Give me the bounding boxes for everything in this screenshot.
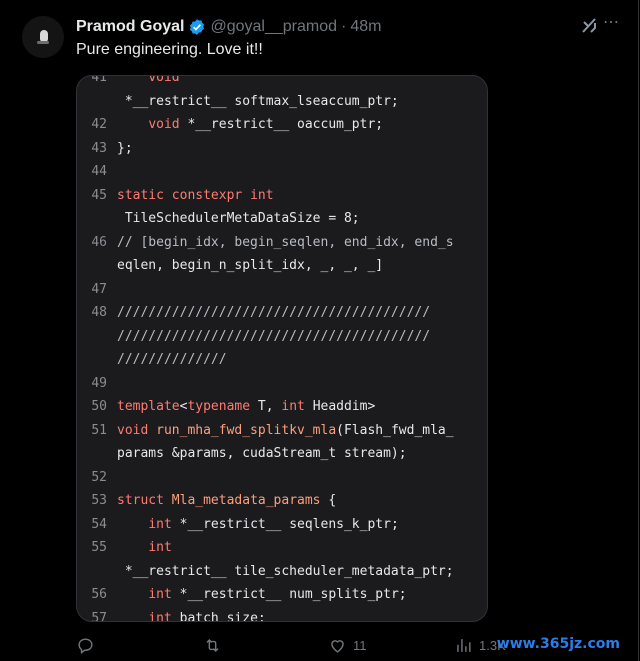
code-line: TileSchedulerMetaDataSize = 8; <box>117 211 360 226</box>
code-line: *__restrict__ tile_scheduler_metadata_pt… <box>117 563 454 579</box>
line-number: 45 <box>91 187 107 203</box>
code-line: // [begin_idx, begin_seqlen, end_idx, en… <box>117 234 454 250</box>
code-line: ////////////// <box>117 352 227 367</box>
line-number: 54 <box>91 516 107 532</box>
code-screenshot[interactable]: 41 void *__restrict__ softmax_lseaccum_p… <box>76 75 488 622</box>
line-number: 41 <box>91 75 107 85</box>
timestamp[interactable]: 48m <box>350 18 381 36</box>
code-line: int *__restrict__ seqlens_k_ptr; <box>148 516 399 532</box>
author-name[interactable]: Pramod Goyal <box>76 18 184 36</box>
code-line: void *__restrict__ oaccum_ptr; <box>148 117 384 132</box>
line-number: 46 <box>91 234 107 250</box>
code-line: struct Mla_metadata_params { <box>117 493 337 508</box>
code-line: int <box>148 540 172 555</box>
separator-dot: · <box>341 18 347 35</box>
code-line: //////////////////////////////////////// <box>117 305 431 320</box>
avatar-figure-base <box>37 41 49 44</box>
line-number: 51 <box>91 422 107 438</box>
grok-icon[interactable] <box>580 16 600 36</box>
code-line: template<typename T, int Headdim> <box>117 399 376 414</box>
line-number: 47 <box>91 281 107 297</box>
line-number: 50 <box>91 399 107 414</box>
verified-badge-icon <box>190 19 205 35</box>
like-button[interactable]: 11 <box>328 636 367 655</box>
retweet-button[interactable] <box>203 636 222 655</box>
line-number: 57 <box>91 610 107 622</box>
avatar[interactable] <box>22 16 64 58</box>
author-handle[interactable]: @goyal__pramod <box>210 18 337 36</box>
tweet: Pramod Goyal @goyal__pramod · 48m ⋯ Pure… <box>0 0 639 661</box>
line-number: 43 <box>91 140 107 156</box>
code-line: //////////////////////////////////////// <box>117 328 431 344</box>
code-line: int *__restrict__ num_splits_ptr; <box>148 587 407 602</box>
reply-icon <box>78 638 93 655</box>
reply-button[interactable] <box>76 636 95 655</box>
tweet-text: Pure engineering. Love it!! <box>76 41 263 58</box>
code-line: }; <box>117 140 133 156</box>
views-icon <box>457 639 471 652</box>
line-number: 55 <box>91 540 107 555</box>
line-number: 42 <box>91 117 107 132</box>
line-number: 48 <box>91 305 107 320</box>
watermark: www.365jz.com <box>496 636 620 652</box>
code-line: void run_mha_fwd_splitkv_mla(Flash_fwd_m… <box>117 422 454 438</box>
code-line: eqlen, begin_n_split_idx, _, _, _] <box>117 258 384 273</box>
line-number: 53 <box>91 493 107 508</box>
retweet-icon <box>206 638 219 653</box>
tweet-header: Pramod Goyal @goyal__pramod · 48m <box>76 16 381 38</box>
like-icon <box>331 640 344 653</box>
line-number: 49 <box>91 375 107 391</box>
code-line: params &params, cudaStream_t stream); <box>117 446 407 461</box>
more-icon[interactable]: ⋯ <box>603 12 620 32</box>
code-block: 41 void *__restrict__ softmax_lseaccum_p… <box>77 76 487 621</box>
code-line: void <box>148 75 180 85</box>
code-line: *__restrict__ softmax_lseaccum_ptr; <box>117 93 399 109</box>
code-line: int batch_size; <box>148 610 266 622</box>
code-line: static constexpr int <box>117 187 274 203</box>
like-count: 11 <box>353 638 367 653</box>
line-number: 56 <box>91 587 107 602</box>
line-number: 44 <box>91 164 107 179</box>
line-number: 52 <box>91 469 107 485</box>
